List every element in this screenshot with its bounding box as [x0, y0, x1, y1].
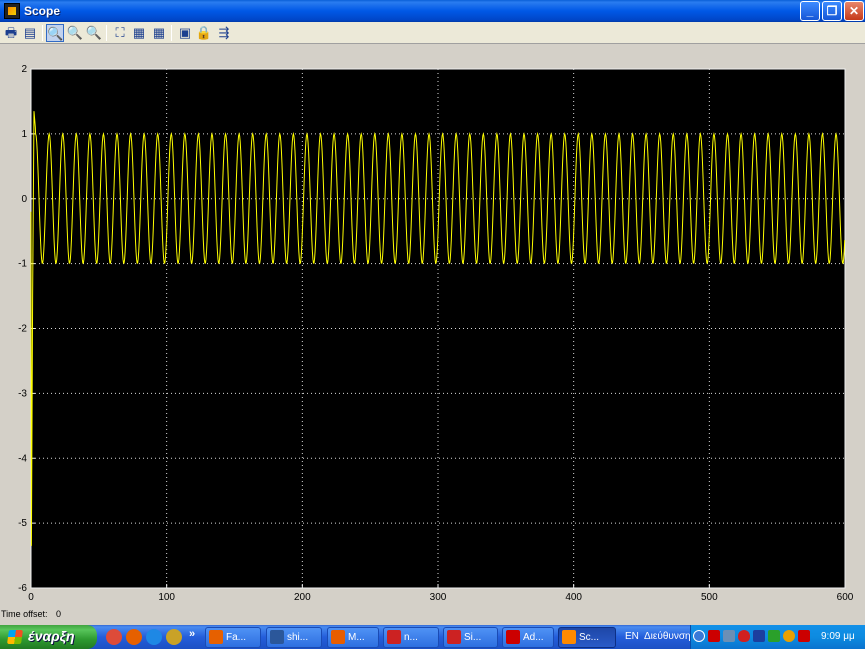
quicklaunch-more-icon[interactable]	[166, 629, 182, 645]
task-simulink[interactable]: Si...	[443, 627, 498, 648]
y-tick-label: -6	[18, 583, 27, 594]
restore-axes-icon[interactable]: ▦	[150, 24, 168, 42]
floating-scope-icon[interactable]: ▣	[176, 24, 194, 42]
word-icon	[270, 630, 284, 644]
x-tick-label: 500	[701, 592, 718, 603]
time-offset-value: 0	[56, 609, 62, 619]
x-tick-label: 400	[565, 592, 582, 603]
ie-icon[interactable]	[146, 629, 162, 645]
y-tick-label: -1	[18, 259, 27, 270]
y-tick-label: 2	[21, 64, 27, 75]
task-firefox[interactable]: Fa...	[205, 627, 261, 648]
y-tick-label: 0	[21, 194, 27, 205]
shield-icon[interactable]	[738, 630, 750, 642]
lock-axes-icon[interactable]: 🔒	[195, 24, 213, 42]
start-label: έναρξη	[28, 628, 75, 644]
zoom-x-icon[interactable]: 🔍	[66, 24, 84, 42]
y-tick-label: -5	[18, 518, 27, 529]
chrome-icon[interactable]	[106, 629, 122, 645]
y-tick-label: -4	[18, 453, 27, 464]
taskbar: έναρξη » Fa... shi... M... n... Si... Ad…	[0, 625, 865, 649]
zoom-y-icon[interactable]: 🔍	[85, 24, 103, 42]
plot-background	[30, 68, 846, 589]
x-tick-label: 200	[294, 592, 311, 603]
scope-plot[interactable]: 2 1 0 -1 -2 -3 -4 -5 -6 0 100 200 300 400 500 600	[0, 44, 865, 605]
quicklaunch-chevron-icon[interactable]: »	[189, 628, 195, 640]
y-tick-label: -3	[18, 388, 27, 399]
windows-logo-icon	[7, 630, 23, 644]
toolbar: 🖶 ▤ 🔍 🔍 🔍 ⛶ ▦ ▦ ▣ 🔒 ⇶	[0, 22, 865, 44]
start-button[interactable]: έναρξη	[0, 625, 97, 649]
status-bar: Time offset: 0	[0, 605, 865, 625]
matlab-icon	[331, 630, 345, 644]
updates-icon[interactable]	[783, 630, 795, 642]
media-player-icon[interactable]	[753, 630, 765, 642]
parameters-icon[interactable]: ▤	[21, 24, 39, 42]
x-tick-label: 100	[158, 592, 175, 603]
print-icon[interactable]: 🖶	[2, 24, 20, 42]
x-tick-label: 300	[430, 592, 447, 603]
matlab-icon	[4, 3, 20, 19]
adobe-icon	[506, 630, 520, 644]
task-matlab[interactable]: M...	[327, 627, 379, 648]
firefox-icon[interactable]	[126, 629, 142, 645]
y-tick-label: 1	[21, 129, 27, 140]
address-label[interactable]: Διεύθυνση	[644, 631, 691, 642]
ati-icon[interactable]	[708, 630, 720, 642]
network-icon[interactable]	[723, 630, 735, 642]
close-button[interactable]: ✕	[844, 1, 864, 21]
scope-chart[interactable]: 2 1 0 -1 -2 -3 -4 -5 -6 0 100 200 300 400 500 600	[0, 44, 865, 605]
toolbar-separator	[171, 25, 172, 41]
task-adobe[interactable]: Ad...	[502, 627, 554, 648]
ati-catalyst-icon[interactable]	[798, 630, 810, 642]
clock[interactable]: 9:09 μμ	[821, 631, 855, 642]
toolbar-separator	[106, 25, 107, 41]
time-offset-label: Time offset:	[1, 609, 48, 619]
y-tick-label: -2	[18, 324, 27, 335]
matlab-icon	[562, 630, 576, 644]
simulink-icon	[447, 630, 461, 644]
scope-window: Scope _ ❐ ✕ 🖶 ▤ 🔍 🔍 🔍 ⛶ ▦ ▦ ▣ 🔒 ⇶ 2 1 0 -1 -…	[0, 0, 865, 625]
save-axes-icon[interactable]: ▦	[130, 24, 148, 42]
tray-expand-icon[interactable]	[693, 630, 705, 642]
x-tick-label: 0	[28, 592, 34, 603]
language-indicator[interactable]: EN	[625, 631, 639, 642]
task-word[interactable]: shi...	[266, 627, 322, 648]
task-simulink-model[interactable]: n...	[383, 627, 439, 648]
title-bar[interactable]: Scope _ ❐ ✕	[0, 0, 865, 22]
maximize-button[interactable]: ❐	[822, 1, 842, 21]
autoscale-icon[interactable]: ⛶	[111, 24, 129, 42]
simulink-icon	[387, 630, 401, 644]
x-tick-label: 600	[837, 592, 854, 603]
zoom-icon[interactable]: 🔍	[46, 24, 64, 42]
signal-strength-icon[interactable]	[768, 630, 780, 642]
toolbar-separator	[42, 25, 43, 41]
task-scope[interactable]: Sc...	[558, 627, 616, 648]
window-title: Scope	[24, 4, 61, 18]
minimize-button[interactable]: _	[800, 1, 820, 21]
firefox-icon	[209, 630, 223, 644]
signal-selection-icon[interactable]: ⇶	[215, 24, 233, 42]
system-tray: 9:09 μμ	[690, 625, 865, 649]
